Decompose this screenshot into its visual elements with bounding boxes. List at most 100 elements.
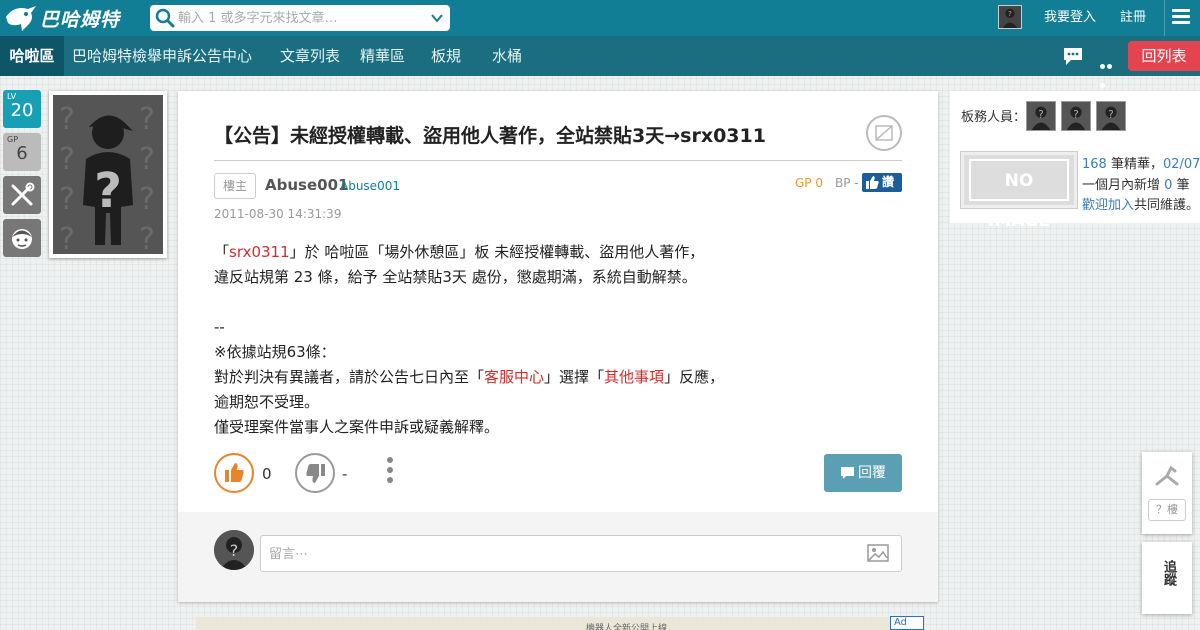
avatar[interactable]: ? xyxy=(214,530,254,570)
board-image[interactable]: NO IMAGE xyxy=(961,152,1077,231)
board-info-panel: 板務人員： ? ? ? NO IMAGE 168 筆精華，02/07 更 一個月… xyxy=(950,91,1200,231)
join-text: 共同維護。 xyxy=(1134,198,1200,213)
svg-text:?: ? xyxy=(59,222,75,254)
svg-text:?: ? xyxy=(139,142,155,177)
svg-text:?: ? xyxy=(139,222,155,254)
nav-item-bucket[interactable]: 水桶 xyxy=(492,36,522,76)
reply-button[interactable]: 回覆 xyxy=(824,454,902,492)
level-value: 20 xyxy=(10,100,34,121)
svg-text:?: ? xyxy=(230,541,239,560)
search-icon[interactable] xyxy=(155,8,175,28)
svg-text:?: ? xyxy=(59,102,75,137)
post-title: 【公告】未經授權轉載、盜用他人著作，全站禁貼3天→srx0311 xyxy=(214,125,766,147)
digest-text: 筆精華， xyxy=(1106,157,1163,172)
user-link[interactable]: srx0311 xyxy=(229,243,290,261)
nav-item-article-list[interactable]: 文章列表 xyxy=(280,36,340,76)
body-text: 「 xyxy=(214,243,230,261)
ad-banner[interactable]: 機器人全新公開上線 xyxy=(196,617,924,630)
body-text: 」選擇「 xyxy=(544,368,605,386)
moderator-avatar[interactable]: ? xyxy=(1026,101,1056,131)
top-bar: 巴哈姆特 ? 我要登入 註冊 xyxy=(0,0,1200,36)
back-to-list-button[interactable]: 回列表 xyxy=(1128,41,1200,71)
divider xyxy=(1164,0,1165,36)
nav-item-digest[interactable]: 精華區 xyxy=(360,36,405,76)
divider xyxy=(214,160,902,161)
body-text: 」反應， xyxy=(664,368,725,386)
ad-badge[interactable]: Ad xyxy=(890,616,924,630)
thumbs-down-icon xyxy=(306,464,325,483)
other-matters-link[interactable]: 其他事項 xyxy=(604,368,664,386)
more-icon[interactable] xyxy=(385,457,395,487)
login-link[interactable]: 我要登入 xyxy=(1044,0,1096,36)
menu-icon[interactable] xyxy=(1172,9,1190,25)
author-avatar-card[interactable]: ? ? ? ? ? ? ? ? ? xyxy=(49,91,167,258)
monthly-tail: 筆 xyxy=(1172,178,1190,193)
dislike-count: - xyxy=(342,465,348,483)
avatar[interactable]: ? xyxy=(998,5,1022,29)
nav-item-report-center[interactable]: 巴哈姆特檢舉申訴公告中心 xyxy=(72,36,252,76)
author-id[interactable]: Abuse001 xyxy=(340,179,400,193)
chevron-down-icon[interactable] xyxy=(430,12,444,24)
gp-count[interactable]: GP 0 xyxy=(795,176,823,190)
site-logo[interactable]: 巴哈姆特 xyxy=(4,3,134,33)
body-blank-line xyxy=(214,290,904,315)
svg-text:?: ? xyxy=(94,163,122,219)
reply-label: 回覆 xyxy=(858,465,886,481)
wrench-icon xyxy=(11,182,35,206)
like-count: 0 xyxy=(262,465,272,483)
post-card: 【公告】未經授權轉載、盜用他人著作，全站禁貼3天→srx0311 樓主 Abus… xyxy=(178,91,938,602)
board-name[interactable]: 哈啦區 xyxy=(0,36,64,76)
join-line: 歡迎加入共同維護。 xyxy=(1082,194,1199,213)
body-line: -- xyxy=(214,318,225,336)
register-link[interactable]: 註冊 xyxy=(1120,0,1146,36)
more-icon[interactable] xyxy=(1100,54,1120,88)
ad-text: 機器人全新公開上線 xyxy=(586,624,668,630)
body-line: 對於判決有異議者，請於公告七日內至「客服中心」選擇「其他事項」反應， xyxy=(214,365,904,390)
follow-label: 追蹤 xyxy=(1161,560,1176,586)
thumbs-up-icon xyxy=(225,463,244,482)
body-line: 逾期恕不受理。 xyxy=(214,393,320,411)
monthly-text: 一個月內新增 xyxy=(1082,178,1165,193)
like-badge[interactable]: 讚 xyxy=(862,173,902,192)
search-input[interactable] xyxy=(178,7,418,29)
logo-text: 巴哈姆特 xyxy=(40,8,121,31)
moderator-avatar[interactable]: ? xyxy=(1061,101,1091,131)
moderator-avatar[interactable]: ? xyxy=(1096,101,1126,131)
face-icon xyxy=(12,229,32,249)
comment-area: ? xyxy=(178,512,938,602)
body-text: 」於 哈啦區「場外休憩區」板 未經授權轉載、盜用他人著作， xyxy=(289,243,705,261)
svg-text:?: ? xyxy=(1108,109,1113,121)
avatar-button[interactable] xyxy=(3,219,41,257)
dislike-button[interactable] xyxy=(295,453,335,493)
customer-service-link[interactable]: 客服中心 xyxy=(484,368,544,386)
image-icon xyxy=(875,125,893,141)
svg-text:?: ? xyxy=(1008,9,1012,18)
follow-button[interactable]: 追蹤 xyxy=(1142,542,1192,614)
digest-count[interactable]: 168 xyxy=(1082,157,1107,172)
up-arrow-icon[interactable] xyxy=(1153,462,1181,490)
post-time: 2011-08-30 14:31:39 xyxy=(214,207,342,221)
like-button[interactable] xyxy=(214,453,254,493)
image-mode-button[interactable] xyxy=(866,115,902,151)
image-icon[interactable] xyxy=(867,544,889,562)
join-link[interactable]: 歡迎加入 xyxy=(1082,198,1134,213)
digest-date[interactable]: 02/07 xyxy=(1163,157,1200,172)
bp-count[interactable]: BP - xyxy=(835,176,859,190)
search-box[interactable] xyxy=(150,5,450,31)
floor-jump-button[interactable]: ？樓 xyxy=(1148,499,1186,521)
svg-text:?: ? xyxy=(139,102,155,137)
author-name[interactable]: Abuse001 xyxy=(265,176,348,194)
comment-box[interactable] xyxy=(260,535,902,572)
default-avatar-image: ? ? ? ? ? ? ? ? ? xyxy=(53,95,163,254)
body-line: ※依據站規63條： xyxy=(214,343,336,361)
chat-icon[interactable] xyxy=(1062,45,1084,67)
tools-button[interactable] xyxy=(3,176,41,214)
svg-text:?: ? xyxy=(1073,109,1078,121)
comment-input[interactable] xyxy=(269,544,849,564)
post-body: 「srx0311」於 哈啦區「場外休憩區」板 未經授權轉載、盜用他人著作， 違反… xyxy=(214,240,904,440)
thumbs-up-icon xyxy=(866,176,879,189)
nav-item-rules[interactable]: 板規 xyxy=(431,36,461,76)
monthly-stats: 一個月內新增 0 筆 xyxy=(1082,174,1190,193)
svg-text:?: ? xyxy=(139,182,155,217)
bahamut-logo-icon xyxy=(6,6,36,31)
